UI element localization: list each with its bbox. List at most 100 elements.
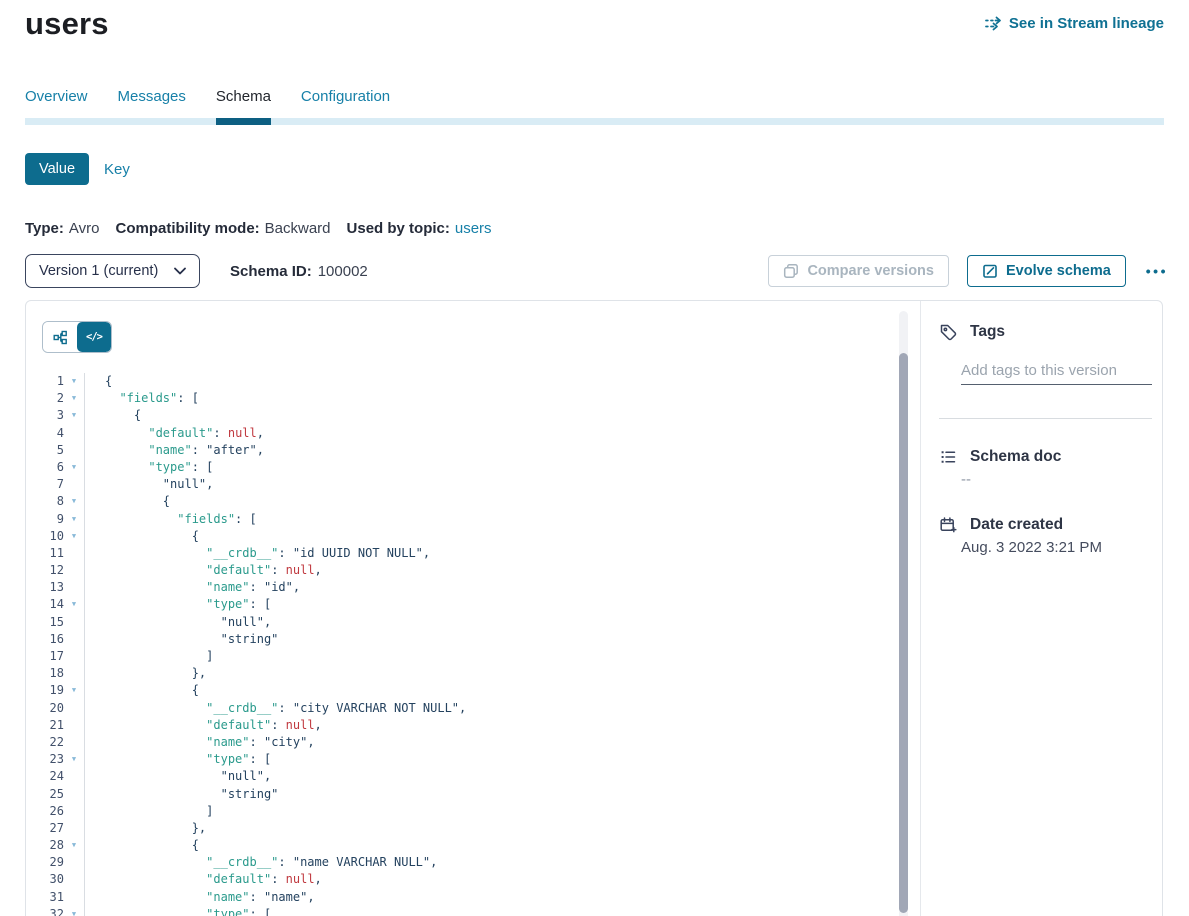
gutter-cell	[64, 562, 85, 579]
collapse-arrow-icon[interactable]: ▼	[72, 686, 76, 694]
gutter-cell	[64, 786, 85, 803]
code-line: 24 "null",	[26, 768, 920, 785]
code-content: "string"	[85, 631, 278, 648]
code-line: 32▼ "type": [	[26, 906, 920, 916]
line-number: 15	[26, 614, 64, 631]
line-number: 32	[26, 906, 64, 916]
code-content: "type": [	[85, 751, 271, 768]
collapse-arrow-icon[interactable]: ▼	[72, 377, 76, 385]
code-content: "null",	[85, 476, 213, 493]
code-view-button[interactable]: </>	[77, 322, 111, 352]
scrollbar-thumb[interactable]	[899, 353, 908, 913]
compare-versions-button[interactable]: Compare versions	[768, 255, 949, 287]
line-number: 27	[26, 820, 64, 837]
date-created-value: Aug. 3 2022 3:21 PM	[961, 539, 1102, 556]
used-by-topic-link[interactable]: users	[455, 220, 492, 237]
line-number: 4	[26, 425, 64, 442]
tab-schema[interactable]: Schema	[216, 88, 271, 118]
compatibility-value: Backward	[265, 220, 331, 237]
code-line: 29 "__crdb__": "name VARCHAR NULL",	[26, 854, 920, 871]
sidebar-divider	[939, 418, 1152, 419]
tree-view-button[interactable]	[43, 322, 77, 352]
gutter-cell	[64, 648, 85, 665]
tags-input[interactable]	[961, 357, 1152, 385]
schema-meta-row: Type: Avro Compatibility mode: Backward …	[25, 220, 492, 237]
line-number: 24	[26, 768, 64, 785]
collapse-arrow-icon[interactable]: ▼	[72, 394, 76, 402]
collapse-arrow-icon[interactable]: ▼	[72, 532, 76, 540]
code-line: 23 ▼ "type": [	[26, 751, 920, 768]
line-number: 8	[26, 493, 64, 510]
collapse-arrow-icon[interactable]: ▼	[72, 411, 76, 419]
collapse-arrow-icon[interactable]: ▼	[72, 600, 76, 608]
collapse-arrow-icon[interactable]: ▼	[72, 841, 76, 849]
gutter-cell	[64, 700, 85, 717]
tab-overview[interactable]: Overview	[25, 88, 88, 118]
code-line: 9▼ "fields": [	[26, 511, 920, 528]
gutter-cell: ▼	[64, 493, 85, 510]
code-line: 8 ▼ {	[26, 493, 920, 510]
line-number: 13	[26, 579, 64, 596]
key-toggle-link[interactable]: Key	[104, 161, 130, 178]
line-number: 23	[26, 751, 64, 768]
collapse-arrow-icon[interactable]: ▼	[72, 497, 76, 505]
line-number: 20	[26, 700, 64, 717]
code-content: "type": [	[85, 596, 271, 613]
code-content: {	[85, 493, 170, 510]
code-content: "null",	[85, 614, 271, 631]
evolve-schema-button[interactable]: Evolve schema	[967, 255, 1126, 287]
calendar-plus-icon	[939, 516, 957, 534]
code-content: "name": "id",	[85, 579, 300, 596]
code-content: ]	[85, 648, 213, 665]
type-value: Avro	[69, 220, 100, 237]
gutter-cell	[64, 614, 85, 631]
value-toggle-button[interactable]: Value	[25, 153, 89, 185]
gutter-cell: ▼	[64, 596, 85, 613]
tab-messages[interactable]: Messages	[118, 88, 186, 118]
gutter-cell: ▼	[64, 373, 85, 390]
gutter-cell: ▼	[64, 682, 85, 699]
stream-lineage-link[interactable]: See in Stream lineage	[985, 15, 1164, 32]
gutter-cell	[64, 545, 85, 562]
collapse-arrow-icon[interactable]: ▼	[72, 755, 76, 763]
collapse-arrow-icon[interactable]: ▼	[72, 515, 76, 523]
compatibility-label: Compatibility mode:	[115, 220, 259, 237]
code-content: "name": "name",	[85, 889, 315, 906]
code-line: 26 ]	[26, 803, 920, 820]
gutter-cell	[64, 425, 85, 442]
gutter-cell	[64, 854, 85, 871]
schema-view-toggle: </>	[42, 321, 112, 353]
code-content: "null",	[85, 768, 271, 785]
code-line: 2▼ "fields": [	[26, 390, 920, 407]
collapse-arrow-icon[interactable]: ▼	[72, 910, 76, 916]
tab-configuration[interactable]: Configuration	[301, 88, 390, 118]
line-number: 2	[26, 390, 64, 407]
more-options-button[interactable]: •••	[1144, 259, 1170, 283]
code-line: 17 ]	[26, 648, 920, 665]
list-icon	[939, 448, 957, 466]
stream-lineage-icon	[985, 16, 1002, 31]
gutter-cell	[64, 579, 85, 596]
line-number: 22	[26, 734, 64, 751]
code-line: 5 "name": "after",	[26, 442, 920, 459]
code-view-icon: </>	[86, 331, 102, 343]
collapse-arrow-icon[interactable]: ▼	[72, 463, 76, 471]
code-content: "default": null,	[85, 871, 322, 888]
version-select[interactable]: Version 1 (current)	[25, 254, 200, 288]
line-number: 9	[26, 511, 64, 528]
code-line: 11 "__crdb__": "id UUID NOT NULL",	[26, 545, 920, 562]
compare-icon	[783, 263, 799, 279]
evolve-schema-label: Evolve schema	[1006, 263, 1111, 279]
code-line: 20 "__crdb__": "city VARCHAR NOT NULL",	[26, 700, 920, 717]
line-number: 19	[26, 682, 64, 699]
gutter-cell	[64, 717, 85, 734]
tags-heading-label: Tags	[970, 323, 1005, 341]
gutter-cell	[64, 631, 85, 648]
code-content: {	[85, 528, 199, 545]
code-line: 10 ▼ {	[26, 528, 920, 545]
line-number: 10	[26, 528, 64, 545]
schema-doc-value: --	[961, 471, 971, 488]
tab-bar: Overview Messages Schema Configuration	[25, 88, 1164, 125]
gutter-cell: ▼	[64, 390, 85, 407]
code-content: "__crdb__": "city VARCHAR NOT NULL",	[85, 700, 466, 717]
